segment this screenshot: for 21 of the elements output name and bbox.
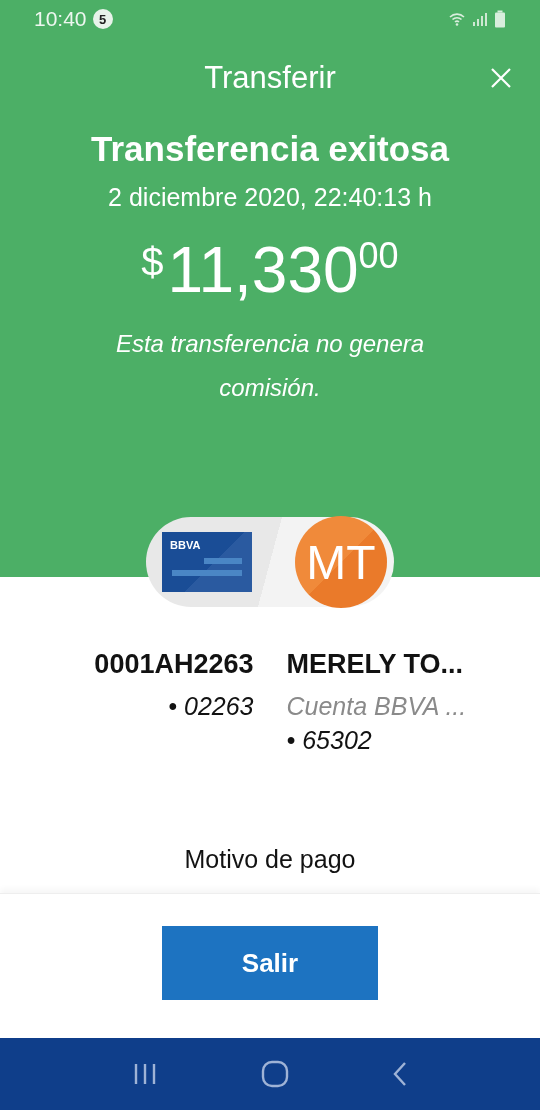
recipient-avatar: MT: [295, 516, 387, 608]
account-name: MERELY TO...: [286, 648, 464, 681]
account-type: Cuenta BBVA ...: [286, 691, 467, 722]
battery-icon: [494, 10, 506, 28]
wifi-icon: [448, 10, 466, 28]
account-name: 0001AH2263: [94, 648, 254, 681]
notification-badge: 5: [92, 9, 113, 29]
bank-name: BBVA: [170, 540, 202, 551]
account-number: • 65302: [286, 725, 372, 756]
account-number: • 02263: [168, 691, 254, 722]
close-icon[interactable]: [490, 67, 512, 89]
payment-reason-label: Motivo de pago: [184, 845, 356, 873]
screen-title: Transferir: [204, 60, 336, 96]
back-icon[interactable]: [392, 1061, 409, 1087]
status-time: 10:40: [34, 7, 87, 31]
success-headline: Transferencia exitosa: [91, 129, 449, 169]
signal-icon: [472, 11, 488, 27]
transfer-datetime: 2 diciembre 2020, 22:40:13 h: [108, 183, 432, 212]
home-icon[interactable]: [261, 1060, 289, 1088]
commission-note: Esta transferencia no genera comisión.: [114, 329, 426, 403]
exit-button[interactable]: Salir: [162, 926, 378, 1000]
